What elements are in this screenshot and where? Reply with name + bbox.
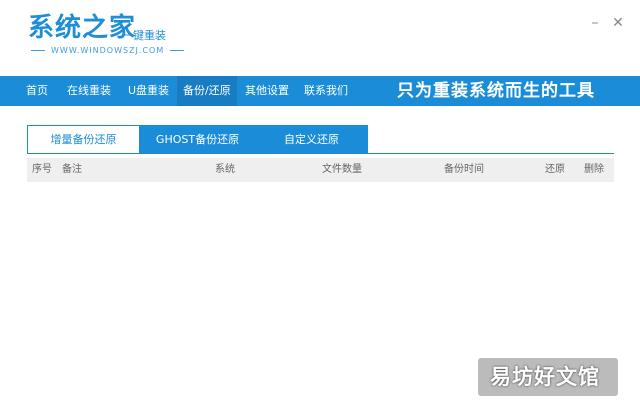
col-index: 序号 bbox=[32, 164, 52, 175]
logo-url-text: WWW.WINDOWSZJ.COM bbox=[51, 46, 165, 55]
app-logo-title: 系统之家 bbox=[28, 13, 137, 43]
logo-divider-left bbox=[31, 50, 45, 51]
nav-slogan: 只为重装系统而生的工具 bbox=[397, 81, 595, 101]
nav-item-usb-reinstall[interactable]: U盘重装 bbox=[122, 76, 175, 106]
logo-divider-right bbox=[170, 50, 185, 51]
col-system: 系统 bbox=[215, 164, 235, 175]
tab-underline bbox=[27, 153, 614, 154]
backup-table-header: 序号 备注 系统 文件数量 备份时间 还原 删除 bbox=[27, 158, 614, 182]
col-delete: 删除 bbox=[584, 164, 604, 175]
app-logo-url: WWW.WINDOWSZJ.COM bbox=[31, 46, 185, 55]
nav-item-online-reinstall[interactable]: 在线重装 bbox=[61, 76, 117, 106]
minimize-icon[interactable]: – bbox=[588, 16, 602, 30]
col-backup-time: 备份时间 bbox=[444, 164, 484, 175]
nav-item-home[interactable]: 首页 bbox=[20, 76, 54, 106]
main-nav: 首页 在线重装 U盘重装 备份/还原 其他设置 联系我们 只为重装系统而生的工具 bbox=[0, 76, 640, 106]
col-file-count: 文件数量 bbox=[322, 164, 362, 175]
nav-item-contact[interactable]: 联系我们 bbox=[298, 76, 354, 106]
app-logo-tagline: 一键重装 bbox=[122, 29, 166, 42]
col-restore: 还原 bbox=[545, 164, 565, 175]
tab-custom-restore[interactable]: 自定义还原 bbox=[255, 125, 368, 154]
tab-incremental-backup[interactable]: 增量备份还原 bbox=[27, 125, 140, 154]
col-note: 备注 bbox=[62, 164, 82, 175]
tab-ghost-backup[interactable]: GHOST备份还原 bbox=[140, 125, 255, 154]
watermark-text: 易坊好文馆 bbox=[490, 365, 600, 389]
close-icon[interactable]: ✕ bbox=[611, 16, 625, 30]
backup-table-body bbox=[27, 182, 614, 362]
nav-item-other-settings[interactable]: 其他设置 bbox=[239, 76, 295, 106]
nav-item-backup-restore[interactable]: 备份/还原 bbox=[177, 76, 237, 106]
title-area: 系统之家 一键重装 WWW.WINDOWSZJ.COM – ✕ bbox=[0, 0, 640, 76]
